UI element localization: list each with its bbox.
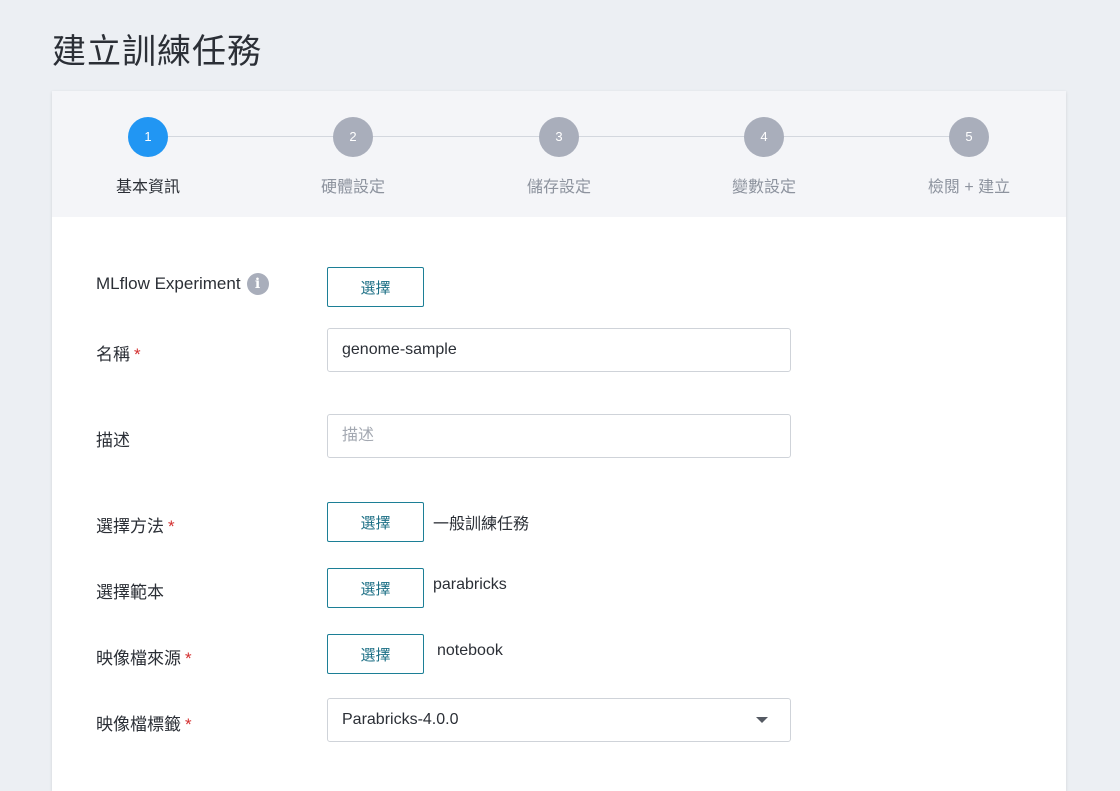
info-icon[interactable]: i: [246, 273, 269, 295]
method-value: 一般訓練任務: [433, 516, 530, 533]
name-label: 名稱 *: [96, 340, 141, 365]
step-number: 3: [539, 117, 579, 157]
step-label: 變數設定: [731, 179, 796, 196]
image-tag-label-text: 映像檔標籤: [96, 715, 181, 734]
step-label: 儲存設定: [526, 179, 591, 196]
image-source-label: 映像檔來源 *: [96, 644, 192, 669]
step-number: 1: [128, 117, 168, 157]
template-label: 選擇範本: [96, 583, 164, 602]
image-tag-value: Parabricks-4.0.0: [342, 711, 459, 728]
step-storage[interactable]: 3 儲存設定: [489, 117, 629, 197]
step-basic-info[interactable]: 1 基本資訊: [78, 117, 218, 197]
mlflow-experiment-label: MLflow Experiment i: [96, 273, 269, 295]
image-tag-label: 映像檔標籤 *: [96, 710, 192, 735]
page-title: 建立訓練任務: [52, 33, 262, 71]
step-number: 2: [333, 117, 373, 157]
required-mark: *: [185, 715, 192, 734]
step-label: 基本資訊: [115, 179, 180, 196]
chevron-down-icon: [756, 717, 768, 723]
image-source-select-button[interactable]: 選擇: [327, 634, 424, 674]
required-mark: *: [134, 345, 141, 364]
stepper: 1 基本資訊 2 硬體設定 3 儲存設定 4 變數設定 5 檢閱 + 建立: [52, 91, 1066, 217]
required-mark: *: [185, 649, 192, 668]
name-label-text: 名稱: [96, 345, 130, 364]
form-card: 1 基本資訊 2 硬體設定 3 儲存設定 4 變數設定 5 檢閱 + 建立 ML…: [52, 91, 1066, 791]
template-select-button[interactable]: 選擇: [327, 568, 424, 608]
method-label: 選擇方法 *: [96, 512, 175, 537]
method-select-button[interactable]: 選擇: [327, 502, 424, 542]
step-review-create[interactable]: 5 檢閱 + 建立: [899, 117, 1039, 197]
step-label: 檢閱 + 建立: [927, 179, 1011, 196]
name-input[interactable]: [327, 328, 791, 372]
mlflow-experiment-label-text: MLflow Experiment: [96, 274, 241, 293]
step-label: 硬體設定: [320, 179, 385, 196]
step-variables[interactable]: 4 變數設定: [694, 117, 834, 197]
image-tag-select[interactable]: Parabricks-4.0.0: [327, 698, 791, 742]
description-label: 描述: [96, 431, 130, 450]
template-value: parabricks: [433, 576, 507, 593]
description-input[interactable]: [327, 414, 791, 458]
step-number: 5: [949, 117, 989, 157]
required-mark: *: [168, 517, 175, 536]
method-label-text: 選擇方法: [96, 517, 164, 536]
mlflow-select-button[interactable]: 選擇: [327, 267, 424, 307]
image-source-label-text: 映像檔來源: [96, 649, 181, 668]
step-hardware[interactable]: 2 硬體設定: [283, 117, 423, 197]
image-source-value: notebook: [437, 642, 503, 659]
step-number: 4: [744, 117, 784, 157]
